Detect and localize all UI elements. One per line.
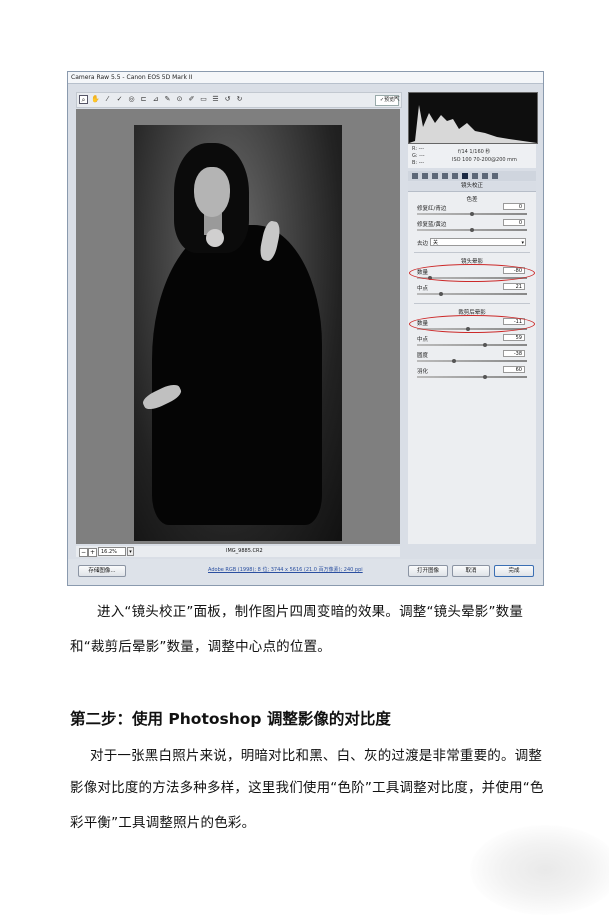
color-sampler-icon[interactable]: ✓ (115, 95, 124, 104)
post-crop-feather-label: 羽化 (417, 369, 429, 375)
tab-detail-icon[interactable] (432, 173, 438, 179)
defringe-value: 关 (433, 240, 439, 246)
vignette-midpoint-field[interactable]: 21 (503, 283, 525, 290)
iso-lens-info: ISO 100 70-200@200 mm (452, 157, 517, 163)
tab-split-toning-icon[interactable] (452, 173, 458, 179)
defringe-select[interactable]: 关 ▾ (430, 238, 526, 246)
crop-tool-icon[interactable]: ⊏ (139, 95, 148, 104)
adjustment-brush-icon[interactable]: ✐ (187, 95, 196, 104)
tab-hsl-icon[interactable] (442, 173, 448, 179)
slider-thumb[interactable] (470, 228, 474, 232)
chromatic-section-title: 色差 (466, 197, 478, 203)
preview-label: 预览 (384, 97, 395, 103)
post-crop-roundness-field[interactable]: -38 (503, 350, 525, 357)
fix-blue-yellow-label: 修复蓝/黄边 (417, 222, 447, 228)
image-preview (76, 109, 400, 544)
camera-raw-window: Camera Raw 5.5 - Canon EOS 5D Mark II ⌕ … (67, 71, 544, 586)
tab-snapshots-icon[interactable] (492, 173, 498, 179)
fix-blue-yellow-field[interactable]: 0 (503, 219, 525, 226)
paragraph-2-line-1: 对于一张黑白照片来说，明暗对比和黑、白、灰的过渡是非常重要的。调整 (90, 748, 543, 764)
camera-info: R: --- G: --- B: --- f/14 1/160 秒 ISO 10… (408, 144, 536, 168)
tab-basic-icon[interactable] (412, 173, 418, 179)
tab-curve-icon[interactable] (422, 173, 428, 179)
window-title: Camera Raw 5.5 - Canon EOS 5D Mark II (68, 72, 543, 84)
panel-tabs (408, 171, 536, 181)
post-crop-feather-slider[interactable] (417, 375, 527, 379)
post-crop-roundness-slider[interactable] (417, 359, 527, 363)
fix-red-cyan-field[interactable]: 0 (503, 203, 525, 210)
fullscreen-icon[interactable]: ⇱ (394, 95, 402, 103)
lens-correction-panel: 镜头校正 色差 修复红/青边 0 修复蓝/黄边 0 去边 关 ▾ 镜头晕影 数量 … (408, 182, 536, 544)
target-adjust-icon[interactable]: ◎ (127, 95, 136, 104)
zoom-level-field[interactable]: 16.2% (98, 547, 126, 556)
tool-bar: ⌕ ✋ ⁄ ✓ ◎ ⊏ ⊿ ✎ ⊙ ✐ ▭ ☰ ↺ ↻ ✓预览 (76, 92, 402, 108)
slider-thumb[interactable] (483, 343, 487, 347)
r-value: R: --- (412, 146, 425, 152)
paragraph-2-line-3: 彩平衡”工具调整照片的色彩。 (70, 815, 256, 831)
fix-red-cyan-label: 修复红/青边 (417, 206, 447, 212)
panel-title: 镜头校正 (408, 182, 536, 192)
zoom-tool-icon[interactable]: ⌕ (79, 95, 88, 104)
post-crop-feather-field[interactable]: 60 (503, 366, 525, 373)
exposure-info: f/14 1/160 秒 (458, 149, 491, 155)
slider-thumb[interactable] (452, 359, 456, 363)
portrait-photo (134, 125, 342, 541)
straighten-tool-icon[interactable]: ⊿ (151, 95, 160, 104)
spot-removal-icon[interactable]: ✎ (163, 95, 172, 104)
paragraph-1-line-1: 进入“镜头校正”面板，制作图片四周变暗的效果。调整“镜头晕影”数量 (97, 604, 524, 620)
paragraph-1-line-2: 和“裁剪后晕影”数量，调整中心点的位置。 (70, 639, 331, 655)
fix-blue-yellow-slider[interactable] (417, 228, 527, 232)
bottom-bar: 存储图像... Adobe RGB (1998); 8 位; 3744 x 56… (68, 559, 543, 585)
cancel-button[interactable]: 取消 (452, 565, 490, 577)
zoom-out-button[interactable]: − (79, 548, 88, 557)
post-crop-roundness-label: 圆度 (417, 353, 429, 359)
chevron-down-icon: ▾ (521, 240, 524, 246)
status-bar: − + 16.2% ▾ IMG_9885.CR2 (76, 546, 400, 557)
fix-red-cyan-slider[interactable] (417, 212, 527, 216)
vignette-midpoint-label: 中点 (417, 286, 429, 292)
slider-thumb[interactable] (470, 212, 474, 216)
tab-camera-calibration-icon[interactable] (472, 173, 478, 179)
section-heading: 第二步：使用 Photoshop 调整影像的对比度 (70, 710, 391, 728)
paragraph-2-line-2: 影像对比度的方法多种多样，这里我们使用“色阶”工具调整对比度，并使用“色 (70, 780, 544, 796)
done-button[interactable]: 完成 (494, 565, 534, 577)
highlight-ellipse (409, 264, 535, 282)
preferences-icon[interactable]: ☰ (211, 95, 220, 104)
post-crop-midpoint-label: 中点 (417, 337, 429, 343)
g-value: G: --- (412, 153, 425, 159)
open-image-button[interactable]: 打开图像 (408, 565, 448, 577)
hand-tool-icon[interactable]: ✋ (91, 95, 100, 104)
slider-thumb[interactable] (483, 375, 487, 379)
chevron-down-icon[interactable]: ▾ (127, 547, 134, 556)
defringe-label: 去边 (417, 241, 429, 247)
post-crop-midpoint-slider[interactable] (417, 343, 527, 347)
slider-thumb[interactable] (439, 292, 443, 296)
highlight-ellipse (409, 315, 535, 333)
tab-lens-correction-icon[interactable] (462, 173, 468, 179)
b-value: B: --- (412, 160, 425, 166)
graduated-filter-icon[interactable]: ▭ (199, 95, 208, 104)
tab-presets-icon[interactable] (482, 173, 488, 179)
vignette-midpoint-slider[interactable] (417, 292, 527, 296)
workflow-options-link[interactable]: Adobe RGB (1998); 8 位; 3744 x 5616 (21.0… (208, 566, 363, 573)
save-image-button[interactable]: 存储图像... (78, 565, 126, 577)
white-balance-tool-icon[interactable]: ⁄ (103, 95, 112, 104)
red-eye-icon[interactable]: ⊙ (175, 95, 184, 104)
file-name: IMG_9885.CR2 (226, 548, 263, 554)
histogram (408, 92, 538, 144)
rotate-left-icon[interactable]: ↺ (223, 95, 232, 104)
zoom-in-button[interactable]: + (88, 548, 97, 557)
post-crop-midpoint-field[interactable]: 59 (503, 334, 525, 341)
rotate-right-icon[interactable]: ↻ (235, 95, 244, 104)
